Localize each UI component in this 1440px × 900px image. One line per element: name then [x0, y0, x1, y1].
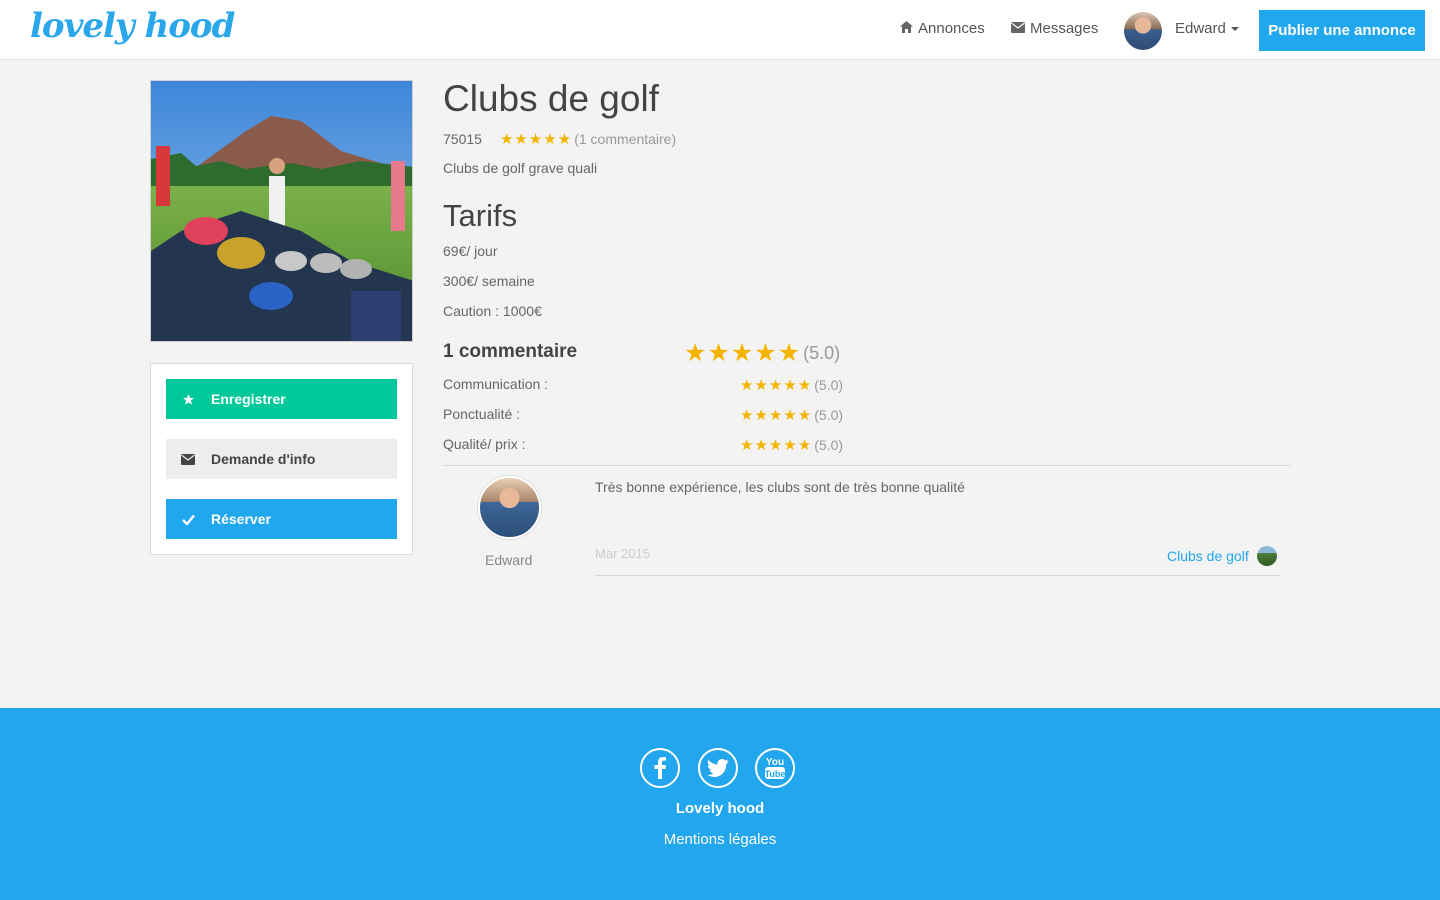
divider — [443, 465, 1290, 466]
overall-rating: ★ ★ ★ ★ ★ (5.0) — [684, 341, 840, 366]
footer-brand[interactable]: Lovely hood — [0, 800, 1440, 817]
listing-description: Clubs de golf grave quali — [443, 160, 598, 176]
comment-count-link[interactable]: (1 commentaire) — [574, 131, 676, 147]
rating-stars: ★ ★ ★ ★ ★ — [500, 130, 572, 148]
star-icon: ★ — [754, 437, 768, 454]
criterion-score: (5.0) — [814, 407, 844, 423]
nav-messages-label: Messages — [1030, 20, 1099, 37]
book-label: Réserver — [211, 511, 271, 527]
overall-stars: ★ ★ ★ ★ ★ — [684, 341, 801, 366]
star-icon: ★ — [740, 377, 754, 394]
svg-text:You: You — [766, 757, 784, 768]
footer: You Tube Lovely hood Mentions légales — [0, 708, 1440, 900]
star-icon: ★ — [777, 339, 801, 367]
check-icon — [181, 514, 195, 525]
nav-messages-link[interactable]: Messages — [1011, 20, 1098, 37]
reviewed-item-label: Clubs de golf — [1167, 548, 1249, 564]
item-thumbnail — [1256, 546, 1277, 566]
criterion-stars: ★ ★ ★ ★ ★ — [740, 376, 812, 394]
star-icon: ★ — [783, 437, 797, 454]
criterion-label: Qualité/ prix : — [443, 436, 526, 452]
criterion-label: Ponctualité : — [443, 406, 521, 422]
twitter-icon[interactable] — [698, 748, 738, 788]
star-icon: ★ — [707, 339, 730, 367]
star-icon: ★ — [797, 407, 812, 424]
star-icon: ★ — [783, 407, 797, 424]
logo[interactable]: lovely hood — [30, 6, 235, 46]
tarifs-heading: Tarifs — [443, 198, 518, 233]
request-info-button[interactable]: Demande d'info — [166, 439, 397, 479]
request-info-label: Demande d'info — [211, 451, 316, 467]
save-button[interactable]: Enregistrer — [166, 379, 397, 419]
nav-annonces-link[interactable]: Annonces — [900, 20, 985, 37]
criterion-score: (5.0) — [814, 437, 844, 453]
criterion-label: Communication : — [443, 376, 549, 392]
star-icon: ★ — [684, 339, 707, 367]
criterion-stars: ★ ★ ★ ★ ★ — [740, 436, 812, 454]
reviews-heading: 1 commentaire — [443, 341, 578, 362]
envelope-icon — [181, 453, 195, 465]
user-menu[interactable]: Edward — [1175, 20, 1239, 37]
legal-notice-link[interactable]: Mentions légales — [0, 831, 1440, 848]
star-icon: ★ — [768, 377, 783, 394]
listing-meta: 75015 ★ ★ ★ ★ ★ (1 commentaire) — [443, 130, 676, 148]
price-day: 69€/ jour — [443, 243, 498, 259]
star-icon: ★ — [754, 339, 777, 367]
star-icon: ★ — [730, 339, 754, 367]
review-date: Mar 2015 — [595, 546, 650, 561]
youtube-icon[interactable]: You Tube — [755, 748, 795, 788]
star-icon — [181, 393, 195, 406]
divider — [595, 575, 1280, 576]
reviewer-avatar[interactable] — [478, 476, 541, 539]
user-name: Edward — [1175, 20, 1226, 37]
star-icon: ★ — [740, 407, 754, 424]
listing-title: Clubs de golf — [443, 78, 659, 119]
price-deposit: Caution : 1000€ — [443, 303, 542, 319]
save-label: Enregistrer — [211, 391, 286, 407]
publish-listing-button[interactable]: Publier une annonce — [1259, 10, 1425, 51]
star-icon: ★ — [514, 131, 528, 148]
star-icon: ★ — [740, 437, 754, 454]
criterion-rating: ★ ★ ★ ★ ★ (5.0) — [740, 436, 843, 454]
star-icon: ★ — [543, 131, 557, 148]
star-icon: ★ — [528, 131, 543, 148]
price-week: 300€/ semaine — [443, 273, 535, 289]
book-button[interactable]: Réserver — [166, 499, 397, 539]
star-icon: ★ — [557, 131, 572, 148]
listing-photo — [150, 80, 413, 342]
caret-down-icon — [1230, 26, 1239, 31]
criterion-rating: ★ ★ ★ ★ ★ (5.0) — [740, 376, 843, 394]
nav-annonces-label: Annonces — [918, 20, 985, 37]
criterion-stars: ★ ★ ★ ★ ★ — [740, 406, 812, 424]
star-icon: ★ — [754, 407, 768, 424]
reviewer-name[interactable]: Edward — [485, 552, 532, 568]
review-text: Très bonne expérience, les clubs sont de… — [595, 479, 965, 495]
postcode: 75015 — [443, 131, 482, 147]
star-icon: ★ — [783, 377, 797, 394]
golf-photo-icon — [151, 81, 412, 341]
criterion-rating: ★ ★ ★ ★ ★ (5.0) — [740, 406, 843, 424]
star-icon: ★ — [768, 437, 783, 454]
home-icon — [900, 20, 913, 37]
svg-text:Tube: Tube — [765, 769, 786, 779]
star-icon: ★ — [797, 437, 812, 454]
star-icon: ★ — [754, 377, 768, 394]
facebook-icon[interactable] — [640, 748, 680, 788]
user-avatar[interactable] — [1124, 12, 1162, 50]
star-icon: ★ — [768, 407, 783, 424]
actions-panel: Enregistrer Demande d'info Réserver — [150, 363, 413, 555]
star-icon: ★ — [797, 377, 812, 394]
navbar: lovely hood Annonces Messages Edward Pub… — [0, 0, 1440, 60]
reviewed-item-link[interactable]: Clubs de golf — [1167, 546, 1277, 566]
star-icon: ★ — [499, 131, 514, 148]
criterion-score: (5.0) — [814, 377, 844, 393]
envelope-icon — [1011, 20, 1025, 37]
overall-score: (5.0) — [803, 343, 841, 363]
